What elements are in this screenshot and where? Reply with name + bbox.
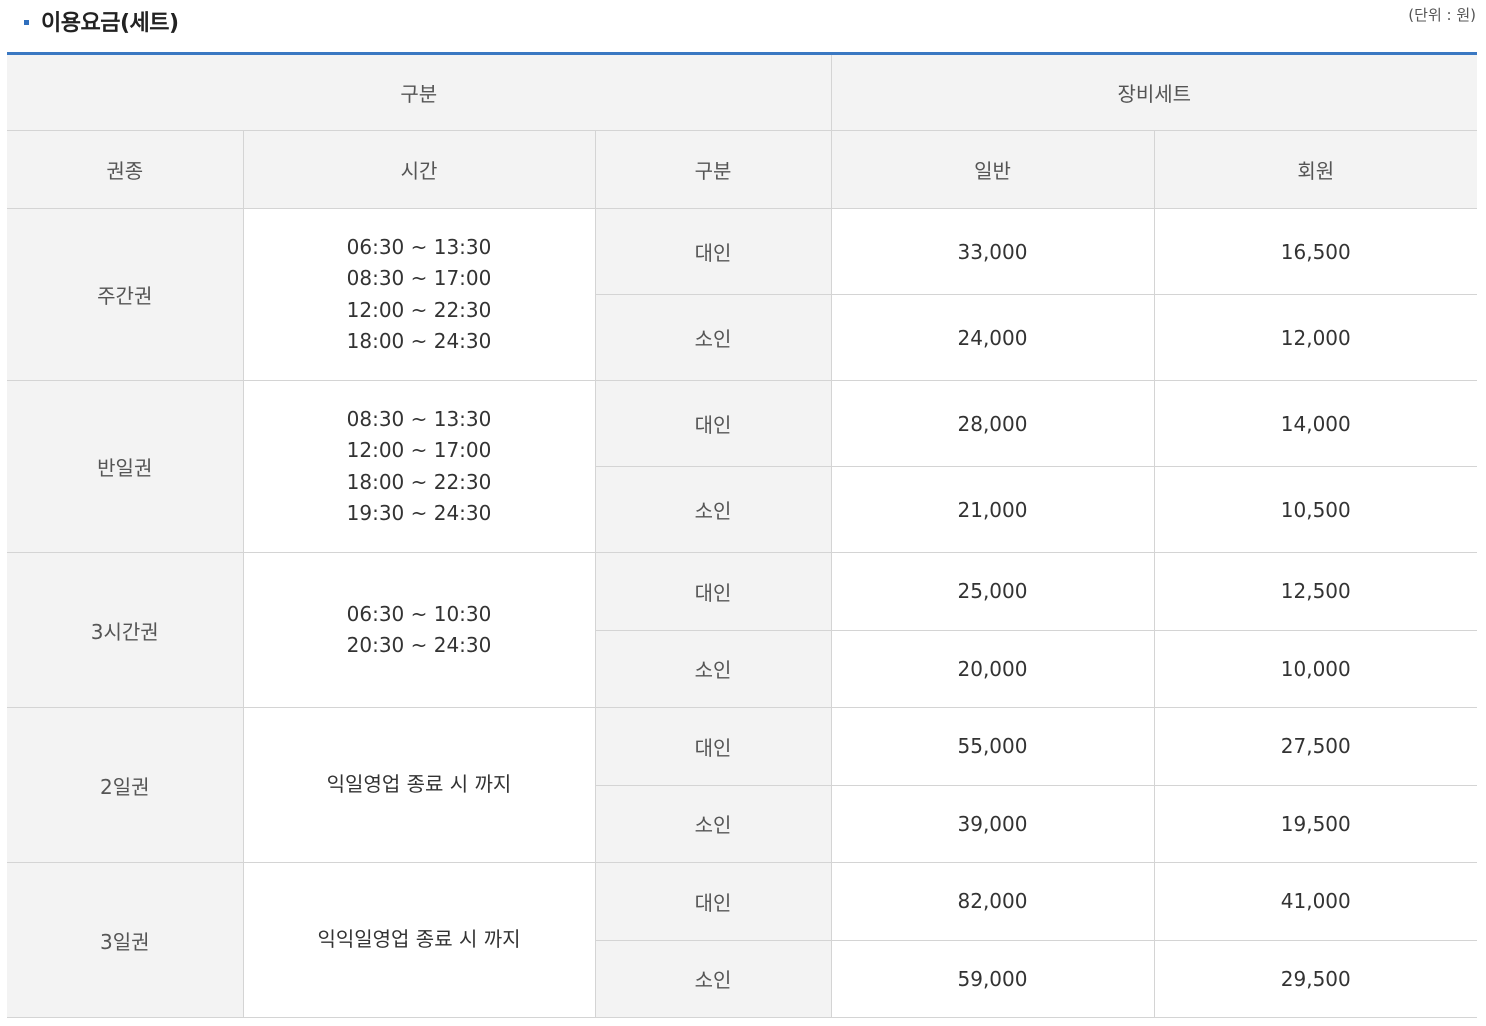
general-price-cell: 24,000	[830, 294, 1155, 381]
section-title: 이용요금(세트)	[41, 11, 179, 36]
general-price-cell: 55,000	[830, 707, 1155, 786]
member-price-cell: 12,500	[1153, 552, 1478, 631]
ticket-type-cell: 3시간권	[7, 552, 244, 708]
general-price-cell: 33,000	[830, 208, 1155, 295]
header-equipment-set: 장비세트	[830, 53, 1478, 131]
member-price-cell: 29,500	[1153, 939, 1478, 1018]
ticket-type-cell: 반일권	[7, 380, 244, 553]
general-price-cell: 21,000	[830, 466, 1155, 553]
bullet-icon	[24, 19, 29, 25]
ticket-type-cell: 주간권	[7, 208, 244, 381]
member-price-cell: 16,500	[1153, 208, 1478, 295]
time-line: 12:00 ~ 22:30	[346, 297, 492, 322]
member-price-cell: 10,000	[1153, 629, 1478, 708]
header-row-columns: 권종 시간 구분 일반 회원	[7, 130, 1478, 209]
category-cell: 소인	[595, 939, 832, 1018]
ticket-type-cell: 2일권	[7, 707, 244, 863]
fee-table: 구분 장비세트 권종 시간 구분 일반 회원 주간권 06:30 ~ 13:30…	[7, 52, 1478, 1018]
table-row: 2일권 익일영업 종료 시 까지 대인 55,000 27,500	[7, 707, 1478, 863]
table-row: 반일권 08:30 ~ 13:30 12:00 ~ 17:00 18:00 ~ …	[7, 380, 1478, 553]
member-price-cell: 12,000	[1153, 294, 1478, 381]
header-time: 시간	[242, 130, 596, 209]
header-row-group: 구분 장비세트	[7, 53, 1478, 131]
time-line: 06:30 ~ 13:30	[346, 234, 492, 259]
member-price-cell: 14,000	[1153, 380, 1478, 467]
general-price-cell: 82,000	[830, 862, 1155, 941]
category-cell: 대인	[594, 552, 832, 631]
time-line: 18:00 ~ 24:30	[346, 329, 492, 353]
time-line: 20:30 ~ 24:30	[346, 633, 492, 657]
time-line: 익일영업 종료 시 까지	[326, 772, 512, 797]
table-row: 주간권 06:30 ~ 13:30 08:30 ~ 17:00 12:00 ~ …	[7, 208, 1478, 381]
category-cell: 대인	[594, 380, 832, 467]
time-cell: 06:30 ~ 10:30 20:30 ~ 24:30	[242, 552, 596, 708]
category-cell: 대인	[594, 707, 832, 786]
time-cell: 08:30 ~ 13:30 12:00 ~ 17:00 18:00 ~ 22:3…	[242, 380, 596, 553]
category-cell: 대인	[594, 862, 832, 941]
time-cell: 익익일영업 종료 시 까지	[242, 862, 596, 1018]
time-line: 18:00 ~ 22:30	[346, 469, 492, 494]
section-header: 이용요금(세트)	[24, 2, 179, 40]
category-cell: 소인	[595, 294, 832, 381]
member-price-cell: 19,500	[1153, 784, 1478, 863]
general-price-cell: 20,000	[830, 629, 1155, 708]
unit-note: (단위 : 원)	[1408, 6, 1476, 24]
header-ticket-type: 권종	[7, 130, 244, 209]
header-member: 회원	[1153, 130, 1478, 209]
time-line: 06:30 ~ 10:30	[346, 601, 492, 626]
time-line: 익익일영업 종료 시 까지	[317, 927, 521, 952]
general-price-cell: 28,000	[830, 380, 1155, 467]
member-price-cell: 10,500	[1153, 466, 1478, 553]
time-cell: 06:30 ~ 13:30 08:30 ~ 17:00 12:00 ~ 22:3…	[242, 208, 596, 381]
general-price-cell: 39,000	[830, 784, 1155, 863]
table-row: 3일권 익익일영업 종료 시 까지 대인 82,000 41,000	[7, 862, 1478, 1018]
time-line: 08:30 ~ 17:00	[346, 266, 492, 290]
member-price-cell: 27,500	[1153, 707, 1478, 786]
ticket-type-cell: 3일권	[7, 862, 244, 1018]
category-cell: 대인	[594, 208, 832, 295]
time-cell: 익일영업 종료 시 까지	[242, 707, 596, 863]
time-line: 08:30 ~ 13:30	[346, 406, 492, 431]
general-price-cell: 25,000	[830, 552, 1155, 631]
category-cell: 소인	[595, 466, 832, 553]
table-row: 3시간권 06:30 ~ 10:30 20:30 ~ 24:30 대인 25,0…	[7, 552, 1478, 708]
member-price-cell: 41,000	[1153, 862, 1478, 941]
header-group: 구분	[7, 53, 832, 131]
time-line: 12:00 ~ 17:00	[346, 438, 492, 462]
header-category: 구분	[594, 130, 832, 209]
category-cell: 소인	[595, 629, 832, 708]
category-cell: 소인	[595, 784, 832, 863]
general-price-cell: 59,000	[830, 939, 1155, 1018]
time-line: 19:30 ~ 24:30	[346, 501, 492, 525]
header-general: 일반	[830, 130, 1155, 209]
